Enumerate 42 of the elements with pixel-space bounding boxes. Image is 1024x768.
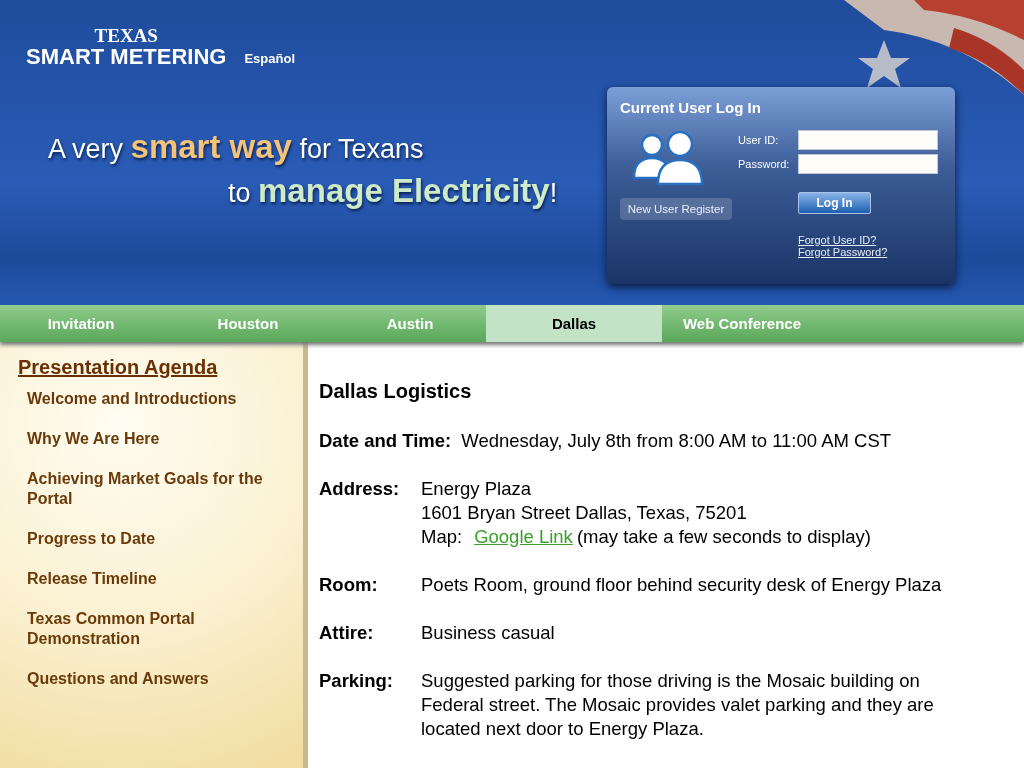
detail-label: Address: — [319, 477, 401, 501]
language-link[interactable]: Español — [244, 51, 296, 67]
agenda-item: Achieving Market Goals for the Portal — [27, 469, 264, 509]
nav-tab[interactable]: Dallas — [486, 305, 662, 342]
field-label: Password: — [738, 158, 791, 170]
login-button[interactable]: Log In — [798, 192, 871, 214]
detail-text: Wednesday, July 8th from 8:00 AM to 11:00 AM CST — [461, 429, 892, 453]
forgot-link[interactable]: Forgot User ID? — [798, 234, 938, 246]
password-field[interactable] — [798, 154, 938, 174]
agenda-item: Texas Common Portal Demonstration — [27, 609, 196, 649]
detail-text: Business casual — [421, 621, 555, 645]
headline: A very smart way for Texans — [48, 128, 425, 167]
map-link[interactable]: Google Link — [474, 525, 573, 549]
register-button[interactable]: New User Register — [620, 198, 732, 220]
forgot-link[interactable]: Forgot Password? — [798, 246, 938, 258]
detail-text: 1601 Bryan Street Dallas, Texas, 75201 — [421, 501, 748, 525]
agenda-item: Progress to Date — [27, 529, 157, 549]
headline: to manage Electricity! — [228, 172, 559, 211]
agenda-item: Questions and Answers — [27, 669, 210, 689]
nav-tab[interactable]: Web Conference — [662, 305, 822, 342]
user-id-field[interactable] — [798, 130, 938, 150]
detail-text: (may take a few seconds to display) — [576, 525, 871, 549]
agenda-item: Release Timeline — [27, 569, 158, 589]
detail-text: Energy Plaza — [421, 477, 533, 501]
detail-label: Parking: — [319, 669, 395, 693]
agenda-title: Presentation Agenda — [18, 356, 219, 379]
nav-tab[interactable]: Invitation — [0, 305, 162, 342]
agenda-item: Welcome and Introductions — [27, 389, 238, 409]
detail-text: Map: — [421, 525, 463, 549]
login-title: Current User Log In — [620, 99, 762, 116]
agenda-item: Why We Are Here — [27, 429, 161, 449]
logo-text: TEXAS — [94, 26, 158, 45]
nav-tab[interactable]: Austin — [334, 305, 486, 342]
detail-text: Poets Room, ground floor behind security desk of Energy Plaza — [421, 573, 942, 597]
field-label: User ID: — [738, 134, 780, 146]
logo-text: SMART METERING — [26, 45, 227, 69]
detail-label: Date and Time: — [319, 429, 452, 453]
nav-tab[interactable]: Houston — [162, 305, 334, 342]
content-title: Dallas Logistics — [319, 380, 473, 403]
detail-text: Suggested parking for those driving is the Mosaic building on Federal street. The Mosaic provides valet parking and they are located next door to Energy Plaza. — [421, 669, 935, 741]
detail-label: Room: — [319, 573, 379, 597]
detail-label: Attire: — [319, 621, 375, 645]
